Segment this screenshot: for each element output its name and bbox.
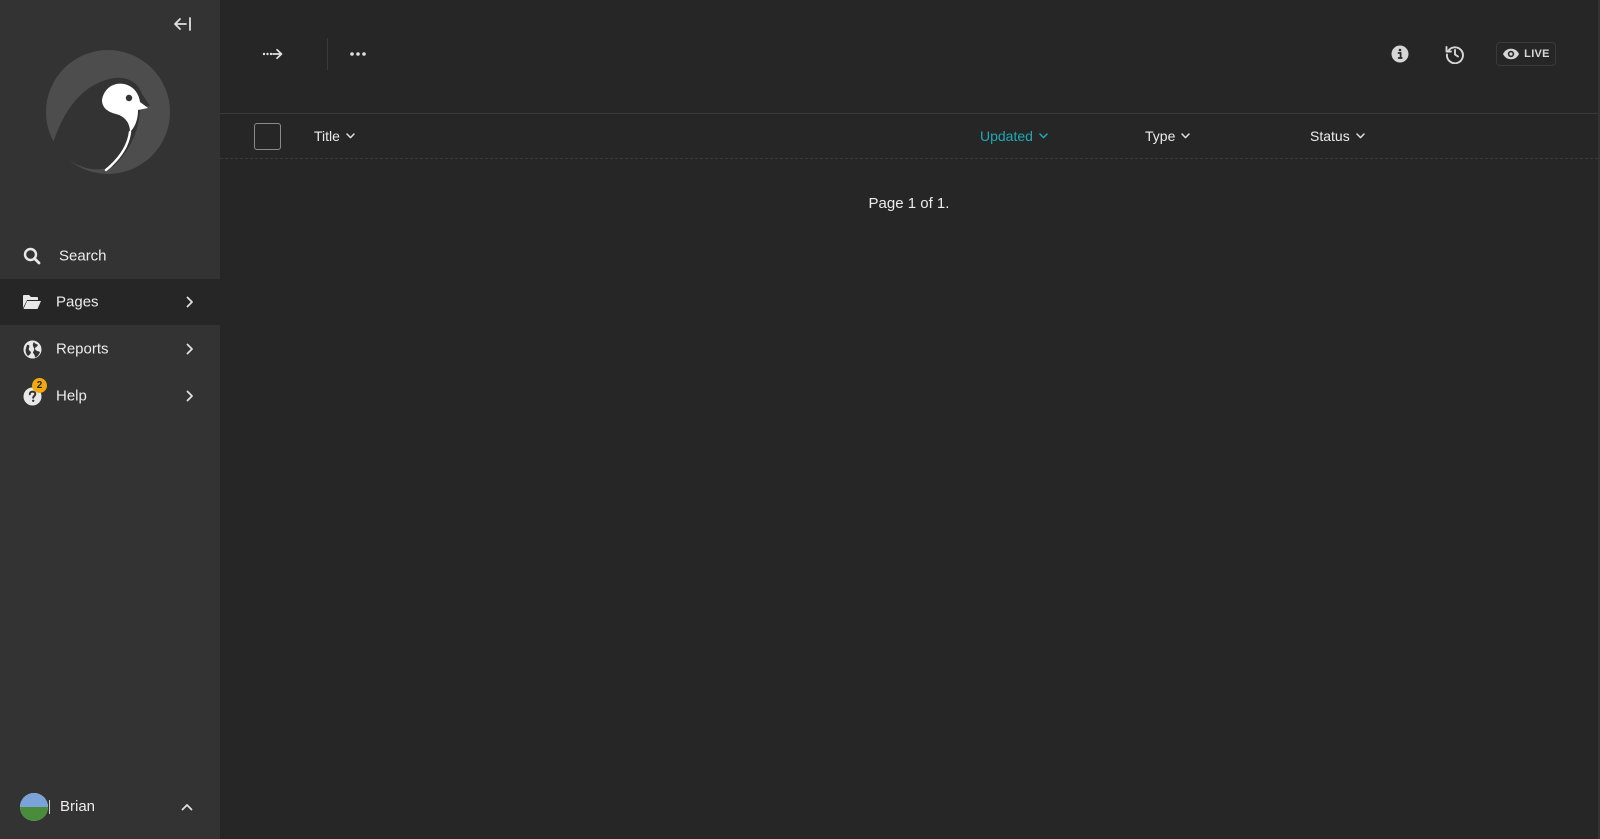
bird-logo-icon	[46, 50, 170, 174]
page-header: LIVE	[220, 0, 1598, 114]
globe-icon	[22, 339, 42, 359]
sidebar-item-pages[interactable]: Pages	[0, 279, 220, 325]
column-header-status[interactable]: Status	[1310, 128, 1365, 144]
live-preview-button[interactable]: LIVE	[1496, 42, 1556, 66]
select-all-checkbox[interactable]	[254, 123, 281, 150]
info-button[interactable]	[1386, 40, 1414, 68]
sidebar-item-search[interactable]: Search	[0, 233, 220, 279]
sidebar-item-label: Pages	[56, 293, 99, 311]
sidebar: Search Pages Reports 2 Help Brian	[0, 0, 220, 839]
more-actions-button[interactable]	[344, 40, 372, 68]
chevron-down-icon	[346, 133, 355, 139]
sidebar-item-label: Help	[56, 387, 87, 405]
live-label: LIVE	[1524, 48, 1550, 60]
column-header-title[interactable]: Title	[314, 128, 355, 144]
chevron-right-icon	[184, 390, 196, 402]
column-header-updated[interactable]: Updated	[980, 128, 1048, 144]
history-icon	[1445, 46, 1464, 64]
collapse-sidebar-button[interactable]	[168, 10, 198, 38]
chevron-up-icon	[180, 800, 194, 814]
sidebar-item-help[interactable]: 2 Help	[0, 373, 220, 419]
info-icon	[1391, 45, 1409, 63]
avatar	[20, 793, 48, 821]
arrow-left-to-line-icon	[174, 17, 191, 31]
wagtail-logo[interactable]	[44, 48, 172, 176]
notification-badge: 2	[32, 378, 47, 393]
app-window: Search Pages Reports 2 Help Brian LIVE T…	[0, 0, 1600, 839]
search-icon	[22, 246, 42, 266]
account-menu-toggle[interactable]: Brian	[0, 786, 220, 830]
folder-open-icon	[22, 292, 42, 312]
column-label: Status	[1310, 128, 1350, 144]
account-name: Brian	[60, 798, 96, 815]
chevron-down-icon	[1181, 133, 1191, 139]
sidebar-item-reports[interactable]: Reports	[0, 326, 220, 372]
listing-table-header: Title Updated Type Status	[220, 115, 1598, 159]
chevron-right-icon	[184, 343, 196, 355]
column-label: Updated	[980, 128, 1033, 144]
divider	[327, 38, 328, 70]
column-header-type[interactable]: Type	[1145, 128, 1191, 144]
breadcrumb-toggle-button[interactable]	[256, 40, 290, 68]
chevron-down-icon	[1355, 133, 1365, 139]
pagination-status: Page 1 of 1.	[868, 195, 950, 212]
sidebar-item-label: Reports	[56, 340, 109, 358]
eye-icon	[1503, 48, 1520, 60]
chevron-down-icon	[1039, 133, 1048, 139]
main-content: LIVE Title Updated Type Status Page 1 of…	[220, 0, 1600, 839]
sidebar-item-label: Search	[59, 247, 107, 265]
dotted-arrow-right-icon	[262, 48, 283, 60]
divider	[49, 800, 50, 814]
more-horizontal-icon	[350, 52, 366, 56]
column-label: Type	[1145, 128, 1176, 144]
column-label: Title	[314, 128, 340, 144]
chevron-right-icon	[184, 296, 196, 308]
history-button[interactable]	[1440, 40, 1470, 68]
